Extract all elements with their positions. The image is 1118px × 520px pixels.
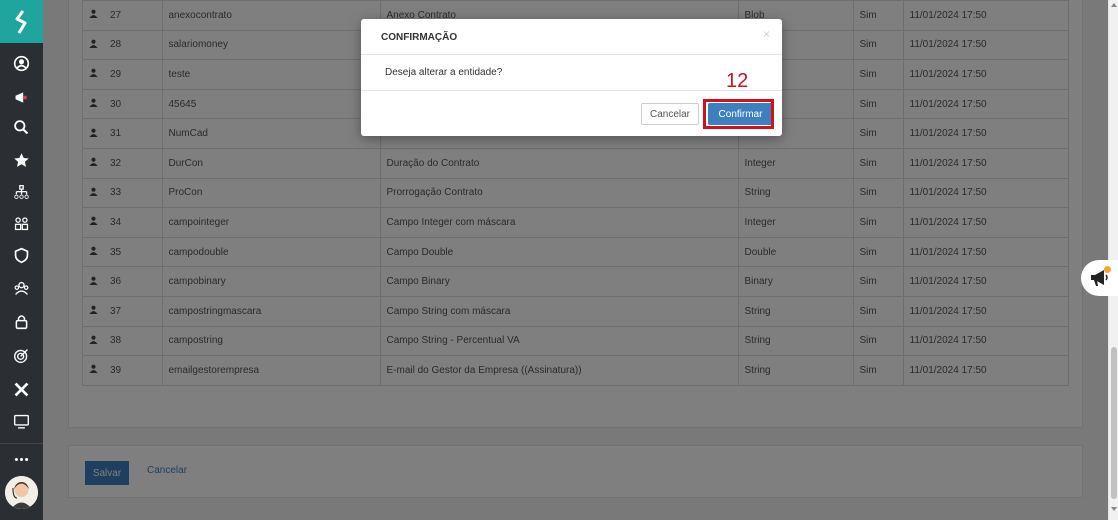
scroll-up-icon[interactable]	[1111, 3, 1117, 7]
announcement-button[interactable]	[1081, 260, 1118, 296]
shield-icon[interactable]	[0, 240, 43, 270]
people-grid-icon[interactable]	[0, 208, 43, 238]
modal-header: CONFIRMAÇÃO ×	[361, 19, 782, 55]
star-icon[interactable]	[0, 145, 43, 175]
modal-message: Deseja alterar a entidade?	[385, 67, 503, 78]
monitor-icon[interactable]	[0, 406, 43, 436]
hierarchy-icon[interactable]	[0, 177, 43, 207]
logo-icon[interactable]	[0, 0, 43, 43]
group-icon[interactable]	[0, 273, 43, 303]
step-highlight	[703, 99, 774, 129]
modal-title: CONFIRMAÇÃO	[381, 32, 458, 43]
x-icon[interactable]	[0, 374, 43, 404]
scrollbar-thumb[interactable]	[1111, 347, 1117, 499]
user-circle-icon[interactable]	[0, 48, 43, 78]
scroll-down-icon[interactable]	[1111, 507, 1117, 511]
sidebar	[0, 0, 43, 520]
target-icon[interactable]	[0, 340, 43, 370]
close-icon[interactable]: ×	[763, 27, 770, 41]
step-number: 12	[726, 70, 749, 92]
search-icon[interactable]	[0, 112, 43, 142]
cancel-button[interactable]: Cancelar	[641, 103, 699, 125]
more-icon[interactable]	[0, 444, 43, 474]
notification-dot	[1104, 266, 1111, 273]
lock-icon[interactable]	[0, 306, 43, 336]
megaphone-icon[interactable]	[0, 82, 43, 112]
avatar[interactable]	[5, 476, 38, 509]
modal-divider	[361, 90, 782, 91]
